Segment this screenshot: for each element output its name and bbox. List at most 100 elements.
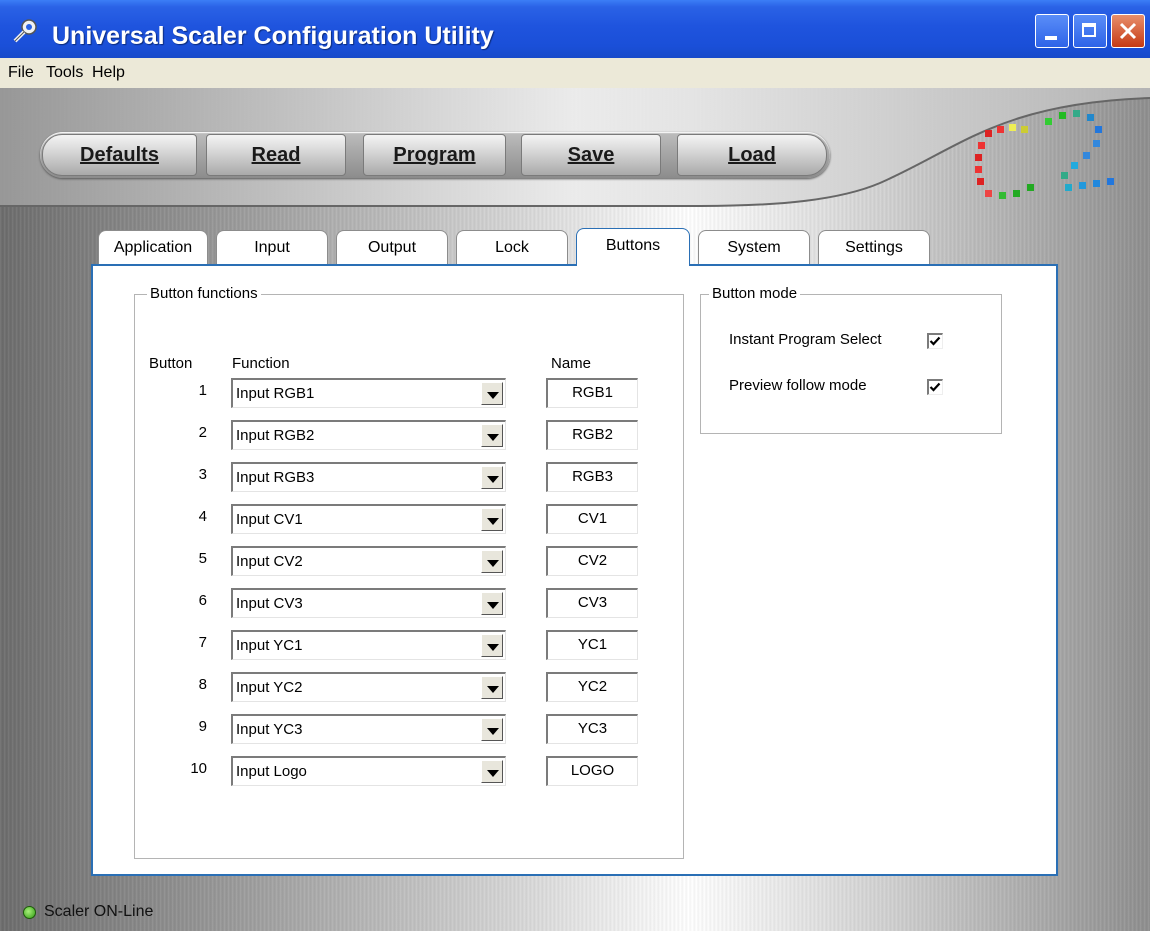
name-input[interactable]: RGB3 bbox=[546, 462, 638, 492]
function-value: Input YC3 bbox=[236, 721, 303, 738]
title-bar: Universal Scaler Configuration Utility bbox=[0, 0, 1150, 59]
button-row: 6 Input CV3 CV3 bbox=[91, 588, 691, 618]
checkmark-icon bbox=[929, 382, 941, 392]
tab-input[interactable]: Input bbox=[216, 230, 328, 264]
button-number: 7 bbox=[198, 634, 207, 651]
tab-lock[interactable]: Lock bbox=[456, 230, 568, 264]
tab-buttons[interactable]: Buttons bbox=[576, 228, 690, 266]
button-number: 1 bbox=[198, 382, 207, 399]
dropdown-arrow-icon[interactable] bbox=[481, 424, 503, 447]
menu-bar: File Tools Help bbox=[0, 58, 1150, 88]
load-button[interactable]: Load bbox=[677, 134, 827, 176]
function-value: Input YC1 bbox=[236, 637, 303, 654]
tab-settings[interactable]: Settings bbox=[818, 230, 930, 264]
button-row: 8 Input YC2 YC2 bbox=[91, 672, 691, 702]
function-select[interactable]: Input RGB2 bbox=[231, 420, 506, 450]
window-title: Universal Scaler Configuration Utility bbox=[52, 22, 494, 50]
checkmark-icon bbox=[929, 336, 941, 346]
button-row: 5 Input CV2 CV2 bbox=[91, 546, 691, 576]
c2-logo bbox=[975, 110, 1114, 199]
preview-follow-mode-label: Preview follow mode bbox=[729, 377, 867, 394]
function-select[interactable]: Input YC1 bbox=[231, 630, 506, 660]
button-column-header: Button bbox=[149, 355, 193, 372]
preview-follow-mode-checkbox[interactable] bbox=[927, 379, 943, 395]
dropdown-arrow-icon[interactable] bbox=[481, 508, 503, 531]
button-number: 6 bbox=[198, 592, 207, 609]
minimize-button[interactable] bbox=[1035, 14, 1069, 48]
function-select[interactable]: Input YC2 bbox=[231, 672, 506, 702]
name-input[interactable]: CV2 bbox=[546, 546, 638, 576]
minimize-icon bbox=[1045, 36, 1057, 40]
dropdown-arrow-icon[interactable] bbox=[481, 718, 503, 741]
status-text: Scaler ON-Line bbox=[44, 903, 154, 920]
app-window: Universal Scaler Configuration Utility F… bbox=[0, 0, 1150, 931]
function-value: Input CV1 bbox=[236, 511, 303, 528]
button-number: 10 bbox=[190, 760, 207, 777]
function-select[interactable]: Input RGB1 bbox=[231, 378, 506, 408]
button-number: 3 bbox=[198, 466, 207, 483]
wrench-key-icon bbox=[13, 19, 37, 43]
maximize-button[interactable] bbox=[1073, 14, 1107, 48]
dropdown-arrow-icon[interactable] bbox=[481, 592, 503, 615]
button-number: 8 bbox=[198, 676, 207, 693]
dropdown-arrow-icon[interactable] bbox=[481, 760, 503, 783]
function-select[interactable]: Input RGB3 bbox=[231, 462, 506, 492]
name-column-header: Name bbox=[551, 355, 592, 372]
button-row: 9 Input YC3 YC3 bbox=[91, 714, 691, 744]
dropdown-arrow-icon[interactable] bbox=[481, 382, 503, 405]
menu-help[interactable]: Help bbox=[92, 64, 125, 82]
function-value: Input CV3 bbox=[236, 595, 303, 612]
defaults-button[interactable]: Defaults bbox=[42, 134, 197, 176]
button-row: 4 Input CV1 CV1 bbox=[91, 504, 691, 534]
dropdown-arrow-icon[interactable] bbox=[481, 466, 503, 489]
button-number: 2 bbox=[198, 424, 207, 441]
dropdown-arrow-icon[interactable] bbox=[481, 676, 503, 699]
button-number: 9 bbox=[198, 718, 207, 735]
name-input[interactable]: CV1 bbox=[546, 504, 638, 534]
function-value: Input YC2 bbox=[236, 679, 303, 696]
function-value: Input CV2 bbox=[236, 553, 303, 570]
name-input[interactable]: CV3 bbox=[546, 588, 638, 618]
buttons-tab-panel: Button functions Button Function Name 1 … bbox=[91, 264, 1058, 876]
menu-tools[interactable]: Tools bbox=[46, 64, 83, 82]
button-functions-title: Button functions bbox=[147, 285, 261, 302]
name-input[interactable]: RGB2 bbox=[546, 420, 638, 450]
function-column-header: Function bbox=[232, 355, 290, 372]
save-button[interactable]: Save bbox=[521, 134, 661, 176]
button-row: 10 Input Logo LOGO bbox=[91, 756, 691, 786]
read-button[interactable]: Read bbox=[206, 134, 346, 176]
function-select[interactable]: Input CV3 bbox=[231, 588, 506, 618]
function-select[interactable]: Input YC3 bbox=[231, 714, 506, 744]
close-button[interactable] bbox=[1111, 14, 1145, 48]
maximize-icon bbox=[1082, 23, 1096, 37]
tab-application[interactable]: Application bbox=[98, 230, 208, 264]
name-input[interactable]: LOGO bbox=[546, 756, 638, 786]
button-row: 1 Input RGB1 RGB1 bbox=[91, 378, 691, 408]
function-value: Input RGB2 bbox=[236, 427, 315, 444]
button-number: 5 bbox=[198, 550, 207, 567]
function-select[interactable]: Input CV2 bbox=[231, 546, 506, 576]
program-button[interactable]: Program bbox=[363, 134, 506, 176]
dropdown-arrow-icon[interactable] bbox=[481, 634, 503, 657]
function-value: Input RGB1 bbox=[236, 385, 315, 402]
tab-output[interactable]: Output bbox=[336, 230, 448, 264]
tab-system[interactable]: System bbox=[698, 230, 810, 264]
name-input[interactable]: RGB1 bbox=[546, 378, 638, 408]
menu-file[interactable]: File bbox=[8, 64, 34, 82]
name-input[interactable]: YC3 bbox=[546, 714, 638, 744]
function-select[interactable]: Input Logo bbox=[231, 756, 506, 786]
name-input[interactable]: YC1 bbox=[546, 630, 638, 660]
close-icon bbox=[1119, 22, 1137, 40]
button-functions-group: Button functions Button Function Name 1 … bbox=[134, 285, 684, 859]
status-led-icon bbox=[23, 906, 36, 919]
dropdown-arrow-icon[interactable] bbox=[481, 550, 503, 573]
name-input[interactable]: YC2 bbox=[546, 672, 638, 702]
button-row: 7 Input YC1 YC1 bbox=[91, 630, 691, 660]
function-value: Input RGB3 bbox=[236, 469, 315, 486]
button-row: 2 Input RGB2 RGB2 bbox=[91, 420, 691, 450]
button-number: 4 bbox=[198, 508, 207, 525]
instant-program-select-label: Instant Program Select bbox=[729, 331, 882, 348]
instant-program-select-checkbox[interactable] bbox=[927, 333, 943, 349]
button-mode-group: Button mode Instant Program Select Previ… bbox=[700, 285, 1002, 434]
function-select[interactable]: Input CV1 bbox=[231, 504, 506, 534]
